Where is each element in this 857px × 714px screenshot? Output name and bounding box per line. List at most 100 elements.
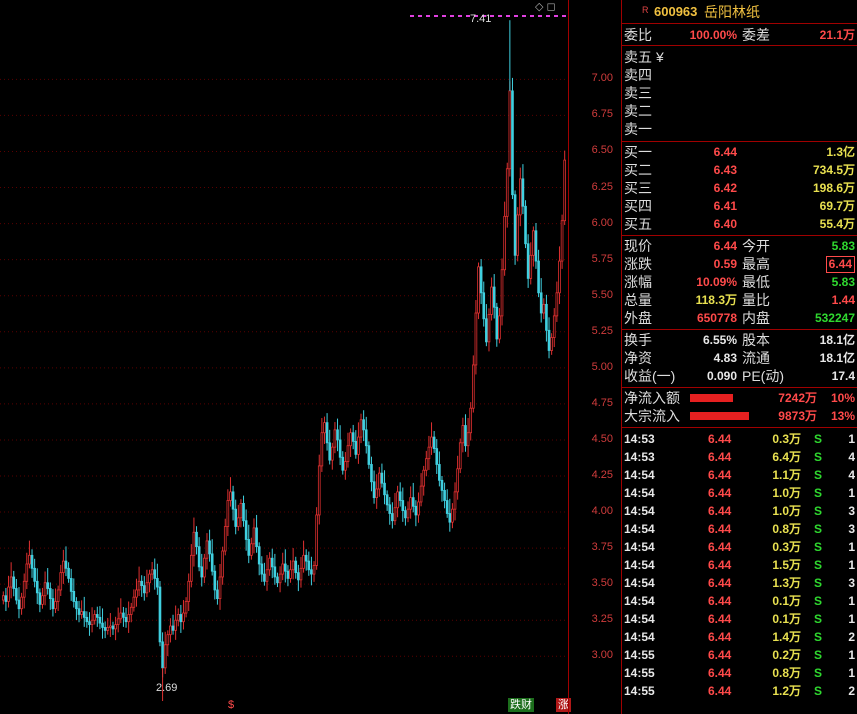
candle-body[interactable] [375,488,379,499]
block-flow-row[interactable]: 大宗流入 9873万 13% [622,407,857,425]
candle-body[interactable] [430,436,433,448]
candle-body[interactable] [218,576,222,600]
candle-body[interactable] [88,621,91,625]
candle-body[interactable] [344,461,347,471]
candle-body[interactable] [419,485,423,503]
candle-body[interactable] [370,464,373,483]
candle-body[interactable] [482,292,486,320]
candle-body[interactable] [51,598,55,610]
candle-body[interactable] [140,580,144,587]
candle-body[interactable] [142,585,146,594]
candle-body[interactable] [338,439,342,458]
candle-body[interactable] [158,586,162,643]
kline-chart[interactable]: 7.41 2.69 ◇ ◻ $ 跌财 涨 [0,0,571,714]
tick-row[interactable]: 14:54 6.44 0.3万 S 1 [622,538,857,556]
candle-body[interactable] [124,616,128,623]
chart-mode-icon[interactable]: ◇ ◻ [535,0,556,13]
candle-body[interactable] [114,624,117,630]
candle-body[interactable] [189,554,193,582]
candle-body[interactable] [145,582,149,594]
candle-body[interactable] [333,429,337,448]
candle-body[interactable] [317,465,321,516]
buy-row[interactable]: 买三 6.42 198.6万 [622,179,857,197]
candle-body[interactable] [103,627,107,631]
candle-body[interactable] [200,566,204,578]
candle-body[interactable] [283,563,287,572]
candle-body[interactable] [498,315,501,340]
candle-body[interactable] [234,508,238,527]
candle-body[interactable] [500,269,504,317]
candle-body[interactable] [310,569,313,575]
sell-row[interactable]: 卖二 [622,102,857,120]
candle-body[interactable] [398,491,402,501]
candle-body[interactable] [111,625,115,630]
candle-body[interactable] [54,601,57,610]
tick-row[interactable]: 14:53 6.44 0.3万 S 1 [622,430,857,448]
candle-body[interactable] [122,612,125,618]
candle-body[interactable] [33,567,36,582]
candle-body[interactable] [545,303,548,331]
volume-marker-finance[interactable]: 跌财 [508,698,534,712]
candle-body[interactable] [156,578,159,588]
candle-body[interactable] [197,546,201,568]
candle-body[interactable] [289,569,292,579]
net-flow-row[interactable]: 净流入额 7242万 10% [622,389,857,407]
candle-body[interactable] [464,425,467,447]
buy-row[interactable]: 买一 6.44 1.3亿 [622,143,857,161]
volume-marker-dollar[interactable]: $ [226,698,236,712]
candle-body[interactable] [166,634,170,646]
candle-body[interactable] [210,553,214,572]
candle-body[interactable] [208,540,211,555]
candle-body[interactable] [106,627,110,631]
candle-body[interactable] [229,491,232,501]
candle-body[interactable] [391,513,394,522]
candle-body[interactable] [511,90,514,196]
candle-body[interactable] [312,565,316,575]
tick-row[interactable]: 14:54 6.44 0.1万 S 1 [622,592,857,610]
candle-body[interactable] [349,432,352,447]
candle-body[interactable] [362,419,365,431]
candle-body[interactable] [223,526,227,552]
candle-body[interactable] [192,531,196,556]
candle-body[interactable] [182,612,185,623]
candle-body[interactable] [184,601,188,614]
candle-body[interactable] [516,214,520,256]
candle-body[interactable] [135,589,138,598]
candle-body[interactable] [299,567,303,581]
tick-row[interactable]: 14:54 6.44 1.0万 S 1 [622,484,857,502]
candle-body[interactable] [56,589,60,602]
candle-body[interactable] [359,419,363,438]
candle-body[interactable] [281,563,285,575]
candle-body[interactable] [72,590,76,602]
sell-row[interactable]: 卖四 [622,66,857,84]
candle-body[interactable] [22,580,26,598]
candle-body[interactable] [265,569,269,582]
candle-body[interactable] [43,582,47,597]
candle-body[interactable] [129,606,133,615]
candle-body[interactable] [273,566,277,578]
candle-body[interactable] [82,611,86,618]
candle-body[interactable] [485,318,488,343]
candle-body[interactable] [435,448,439,465]
candle-body[interactable] [440,479,444,491]
sell-row[interactable]: 卖一 [622,120,857,138]
candle-body[interactable] [341,456,345,471]
candle-body[interactable] [560,220,564,262]
candle-body[interactable] [336,429,339,441]
candle-body[interactable] [109,625,112,628]
candle-body[interactable] [411,497,415,507]
candle-body[interactable] [385,494,389,506]
stock-header[interactable]: R 600963 岳阳林纸 [622,0,857,24]
tick-row[interactable]: 14:55 6.44 0.8万 S 1 [622,664,857,682]
candle-body[interactable] [380,472,384,484]
candle-body[interactable] [357,436,360,455]
buy-row[interactable]: 买五 6.40 55.4万 [622,215,857,233]
candle-body[interactable] [90,619,94,625]
candle-body[interactable] [278,573,282,584]
candle-body[interactable] [396,491,399,509]
tick-row[interactable]: 14:54 6.44 1.5万 S 1 [622,556,857,574]
candle-body[interactable] [513,194,517,256]
candle-body[interactable] [490,286,493,315]
candle-body[interactable] [529,254,533,279]
candle-body[interactable] [25,563,29,582]
